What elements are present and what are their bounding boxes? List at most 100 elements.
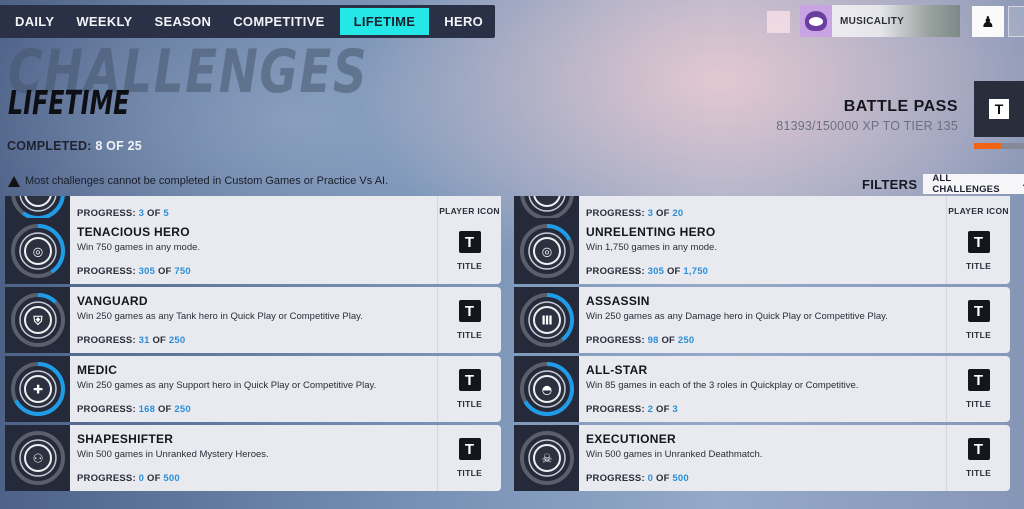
progress-total: 1,750	[683, 266, 709, 277]
challenge-card-medic[interactable]: ✚ MEDIC Win 250 games as any Support her…	[5, 356, 501, 422]
progress-label: PROGRESS:	[586, 473, 645, 484]
progress-total: 750	[174, 266, 191, 277]
page-title: LIFETIME	[8, 83, 130, 122]
tank-shield-icon: ⛨	[32, 314, 43, 328]
damage-bullets-icon: Ⅲ	[541, 314, 552, 328]
social-button[interactable]: ♟	[972, 6, 1004, 37]
overwatch-logo-icon: ◓	[541, 383, 551, 397]
title-reward-icon: T	[458, 438, 481, 460]
title-reward-icon: T	[967, 231, 990, 253]
challenge-body: VANGUARD Win 250 games as any Tank hero …	[70, 287, 437, 353]
progress-current: 2	[647, 404, 654, 415]
challenge-icon-area: ⚇	[5, 425, 70, 491]
challenge-name: UNRELENTING HERO	[586, 225, 716, 239]
filter-dropdown[interactable]: ALL CHALLENGES ⌄	[923, 173, 1024, 195]
tab-competitive[interactable]: COMPETITIVE	[222, 8, 335, 35]
challenge-card-unrelenting-hero[interactable]: ◎ UNRELENTING HERO Win 1,750 games in an…	[514, 218, 1010, 284]
challenge-icon-area: ◎	[514, 218, 579, 284]
progress-current: 305	[647, 266, 665, 277]
challenge-card-all-star[interactable]: ◓ ALL-STAR Win 85 games in each of the 3…	[514, 356, 1010, 422]
title-reward-icon: T	[458, 369, 481, 391]
completed-label: COMPLETED:	[7, 139, 92, 153]
challenge-icon-area: ☠	[514, 425, 579, 491]
challenge-progress: PROGRESS: 2 OF 3	[586, 404, 678, 415]
warning-text: Most challenges cannot be completed in C…	[25, 175, 389, 187]
battle-pass-progress-fill	[974, 143, 1001, 149]
title-reward-icon: T	[458, 231, 481, 253]
challenge-reward: T TITLE	[946, 218, 1010, 284]
challenge-progress: PROGRESS: 0 OF 500	[77, 473, 180, 484]
tab-lifetime[interactable]: LIFETIME	[339, 8, 430, 35]
challenge-card-shapeshifter[interactable]: ⚇ SHAPESHIFTER Win 500 games in Unranked…	[5, 425, 501, 491]
challenge-reward: T TITLE	[437, 287, 501, 353]
progress-current: 98	[647, 335, 659, 346]
battle-pass-button[interactable]: T	[974, 81, 1024, 137]
challenge-card-tenacious-hero[interactable]: ◎ TENACIOUS HERO Win 750 games in any mo…	[5, 218, 501, 284]
title-reward-icon: T	[989, 99, 1009, 119]
challenge-reward: T TITLE	[946, 356, 1010, 422]
battle-pass-title: BATTLE PASS	[843, 98, 958, 115]
challenge-progress: PROGRESS: 305 OF 1,750	[586, 266, 708, 277]
challenge-card-assassin[interactable]: Ⅲ ASSASSIN Win 250 games as any Damage h…	[514, 287, 1010, 353]
challenge-description: Win 85 games in each of the 3 roles in Q…	[586, 380, 859, 391]
progress-label: PROGRESS:	[77, 473, 136, 484]
progress-total: 500	[672, 473, 689, 484]
reward-label: TITLE	[456, 399, 483, 409]
tab-hero[interactable]: HERO	[433, 8, 494, 35]
progress-of: OF	[146, 473, 161, 484]
tab-weekly[interactable]: WEEKLY	[65, 8, 143, 35]
challenge-progress: PROGRESS: 0 OF 500	[586, 473, 689, 484]
challenge-body: SHAPESHIFTER Win 500 games in Unranked M…	[70, 425, 437, 491]
progress-current: 31	[138, 335, 150, 346]
progress-label: PROGRESS:	[77, 404, 136, 415]
challenge-body: TENACIOUS HERO Win 750 games in any mode…	[70, 218, 437, 284]
challenge-name: ASSASSIN	[586, 294, 650, 308]
reward-label: PLAYER ICON	[948, 205, 1009, 216]
completed-value: 8 OF 25	[95, 139, 142, 153]
profile-card[interactable]: MUSICALITY	[800, 5, 960, 37]
challenge-card-vanguard[interactable]: ⛨ VANGUARD Win 250 games as any Tank her…	[5, 287, 501, 353]
tab-season[interactable]: SEASON	[144, 8, 223, 35]
avatar	[800, 5, 832, 37]
challenge-card-executioner[interactable]: ☠ EXECUTIONER Win 500 games in Unranked …	[514, 425, 1010, 491]
profile-name: MUSICALITY	[840, 15, 905, 27]
empty-slot-button[interactable]	[767, 11, 790, 33]
challenge-list[interactable]: PROGRESS: 3 OF 5 T PLAYER ICON PROGR	[0, 196, 1024, 493]
challenge-icon-area: ⛨	[5, 287, 70, 353]
challenge-reward: T TITLE	[437, 425, 501, 491]
challenge-tabs: DAILY WEEKLY SEASON COMPETITIVE LIFETIME…	[0, 5, 495, 38]
challenge-name: EXECUTIONER	[586, 432, 676, 446]
battle-pass-xp: 81393/150000 XP TO TIER 135	[776, 119, 958, 133]
challenge-icon-area: ✚	[5, 356, 70, 422]
progress-ring: ◎	[10, 224, 65, 278]
overwatch-laurel-icon: ◎	[541, 245, 551, 259]
challenge-icon-area: ◓	[514, 356, 579, 422]
progress-total: 250	[174, 404, 191, 415]
progress-of: OF	[666, 266, 681, 277]
support-cross-icon: ✚	[32, 383, 42, 397]
progress-of: OF	[152, 335, 167, 346]
filters: FILTERS ALL CHALLENGES ⌄	[862, 173, 1024, 195]
tab-daily[interactable]: DAILY	[4, 8, 65, 35]
challenge-description: Win 750 games in any mode.	[77, 242, 201, 253]
challenge-reward: T TITLE	[946, 287, 1010, 353]
reward-label: PLAYER ICON	[439, 205, 500, 216]
challenge-name: SHAPESHIFTER	[77, 432, 174, 446]
warning-triangle-icon	[8, 175, 20, 187]
challenge-body: EXECUTIONER Win 500 games in Unranked De…	[579, 425, 946, 491]
progress-ring: Ⅲ	[519, 293, 574, 347]
challenge-reward: T TITLE	[437, 218, 501, 284]
challenge-progress: PROGRESS: 168 OF 250	[77, 404, 191, 415]
challenge-description: Win 250 games as any Support hero in Qui…	[77, 380, 377, 391]
progress-total: 250	[168, 335, 186, 346]
challenge-name: VANGUARD	[77, 294, 148, 308]
progress-of: OF	[157, 404, 172, 415]
progress-ring: ⚇	[10, 431, 65, 485]
progress-ring: ◓	[519, 362, 574, 416]
extra-button[interactable]	[1008, 6, 1024, 37]
challenge-name: MEDIC	[77, 363, 118, 377]
challenge-progress: PROGRESS: 31 OF 250	[77, 335, 185, 346]
progress-ring: ◎	[519, 224, 574, 278]
reward-label: TITLE	[965, 468, 992, 478]
reward-label: TITLE	[456, 468, 483, 478]
